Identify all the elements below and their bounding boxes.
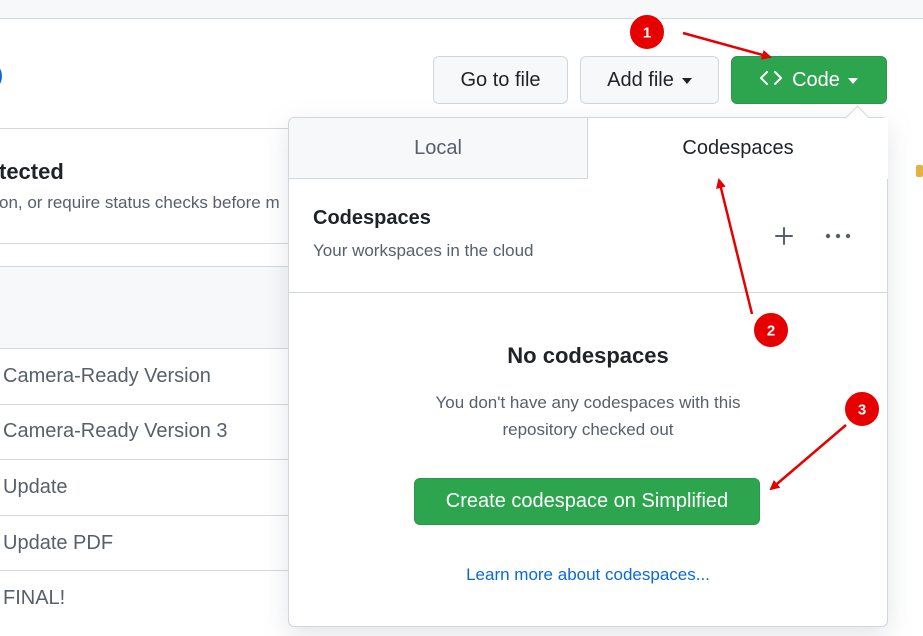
protection-description: on, or require status checks before m [0, 193, 280, 213]
popover-tabs: Local Codespaces [289, 118, 887, 179]
commit-message[interactable]: Update [0, 459, 290, 515]
annotation-arrow-1 [683, 33, 770, 57]
add-file-label: Add file [607, 69, 674, 92]
codespaces-title: Codespaces [313, 207, 431, 230]
code-button[interactable]: Code [731, 56, 887, 104]
protection-title: tected [0, 159, 64, 185]
edge-highlight-fragment [916, 165, 923, 177]
go-to-file-label: Go to file [460, 69, 540, 92]
empty-state-title: No codespaces [289, 343, 887, 369]
add-file-button[interactable]: Add file [580, 56, 719, 104]
repo-branch-fragment[interactable]: ) [0, 62, 3, 88]
tab-local[interactable]: Local [289, 118, 587, 179]
go-to-file-button[interactable]: Go to file [433, 56, 568, 104]
triangle-down-icon [848, 78, 858, 84]
code-dropdown-popover: Local Codespaces Codespaces Your workspa… [288, 117, 888, 627]
badge-label: 1 [643, 25, 651, 42]
triangle-down-icon [682, 78, 692, 84]
empty-state-description: You don't have any codespaces with this … [418, 389, 758, 443]
code-brackets-icon [760, 69, 782, 92]
codespaces-header: Codespaces Your workspaces in the cloud [289, 179, 887, 293]
commit-message[interactable]: Camera-Ready Version 3 [0, 404, 290, 460]
plus-icon[interactable] [767, 219, 801, 253]
annotation-badge-1: 1 [629, 14, 665, 50]
file-list-header [0, 266, 290, 349]
codespaces-subtitle: Your workspaces in the cloud [313, 241, 534, 261]
commit-message[interactable]: FINAL! [0, 570, 290, 626]
commit-message[interactable]: Camera-Ready Version [0, 348, 290, 404]
commit-message-list: Camera-Ready Version Camera-Ready Versio… [0, 348, 290, 626]
commit-message[interactable]: Update PDF [0, 515, 290, 571]
create-codespace-button[interactable]: Create codespace on Simplified [414, 478, 760, 525]
tab-codespaces[interactable]: Codespaces [587, 118, 888, 179]
branch-protection-notice: tected on, or require status checks befo… [0, 128, 290, 244]
kebab-horizontal-icon[interactable] [821, 219, 855, 253]
code-label: Code [792, 69, 840, 92]
learn-more-link[interactable]: Learn more about codespaces... [289, 565, 887, 585]
top-nav-band [0, 0, 923, 19]
